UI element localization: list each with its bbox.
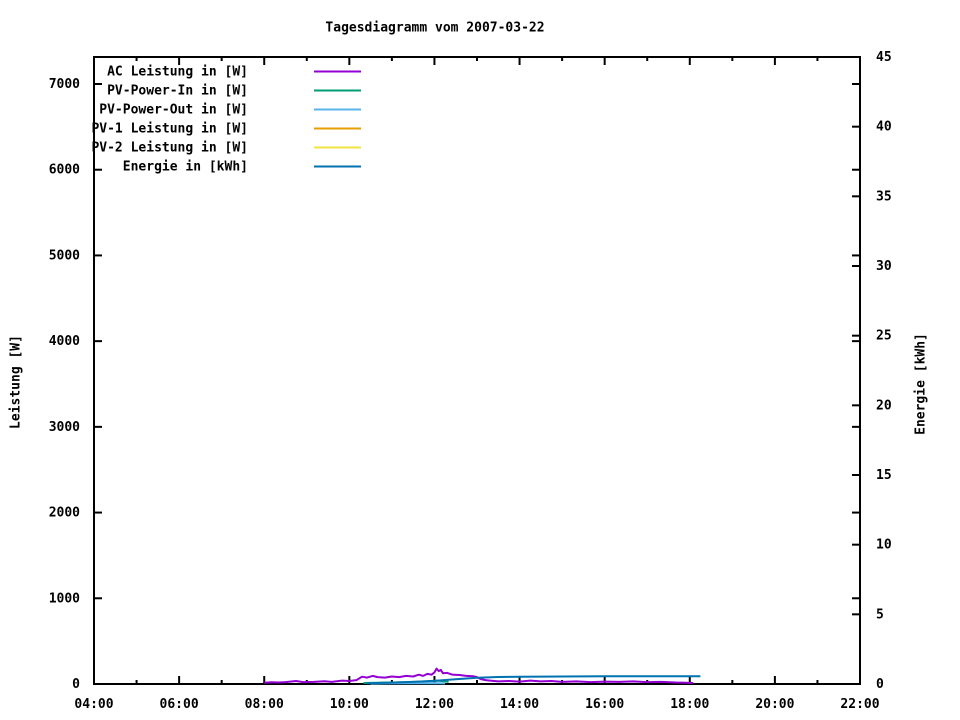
y-left-tick-label: 3000 bbox=[49, 420, 80, 435]
y-axis-left-label: Leistung [W] bbox=[8, 335, 24, 429]
chart-page: Tagesdiagramm vom 2007-03-22 Leistung [W… bbox=[0, 0, 960, 720]
y-right-tick-label: 40 bbox=[876, 120, 892, 135]
x-tick-label: 10:00 bbox=[330, 697, 369, 712]
y-right-tick-label: 20 bbox=[876, 398, 892, 413]
legend-label: Energie in [kWh] bbox=[123, 160, 248, 175]
x-tick-label: 08:00 bbox=[245, 697, 284, 712]
x-tick-label: 12:00 bbox=[415, 697, 454, 712]
y-left-tick-label: 6000 bbox=[49, 163, 80, 178]
y-axis-right-label: Energie [kWh] bbox=[913, 333, 929, 435]
chart-title: Tagesdiagramm vom 2007-03-22 bbox=[325, 20, 545, 36]
y-left-tick-label: 4000 bbox=[49, 334, 80, 349]
x-tick-label: 14:00 bbox=[500, 697, 539, 712]
y-left-tick-label: 7000 bbox=[49, 77, 80, 92]
y-right-tick-label: 45 bbox=[876, 50, 892, 65]
y-right-tick-label: 0 bbox=[876, 677, 884, 692]
x-tick-label: 06:00 bbox=[160, 697, 199, 712]
legend-label: PV-2 Leistung in [W] bbox=[91, 141, 248, 156]
line-chart-canvas: 04:00 06:00 08:00 10:00 12:00 14:00 16:00 18:00… bbox=[49, 50, 892, 712]
y-left-tick-label: 0 bbox=[72, 677, 80, 692]
legend-label: PV-Power-In in [W] bbox=[107, 84, 248, 99]
legend-label: AC Leistung in [W] bbox=[107, 65, 248, 80]
x-tick-label: 18:00 bbox=[670, 697, 709, 712]
y-left-tick-label: 1000 bbox=[49, 591, 80, 606]
y-right-tick-label: 35 bbox=[876, 189, 892, 204]
y-right-tick-label: 10 bbox=[876, 538, 892, 553]
x-tick-label: 20:00 bbox=[755, 697, 794, 712]
x-tick-label: 16:00 bbox=[585, 697, 624, 712]
y-left-tick-label: 5000 bbox=[49, 248, 80, 263]
y-right-tick-label: 5 bbox=[876, 607, 884, 622]
x-tick-label: 22:00 bbox=[840, 697, 879, 712]
x-tick-label: 04:00 bbox=[74, 697, 113, 712]
y-left-tick-label: 2000 bbox=[49, 506, 80, 521]
y-right-tick-label: 15 bbox=[876, 468, 892, 483]
legend-label: PV-Power-Out in [W] bbox=[99, 103, 248, 118]
legend-label: PV-1 Leistung in [W] bbox=[91, 122, 248, 137]
y-right-tick-label: 30 bbox=[876, 259, 892, 274]
y-right-tick-label: 25 bbox=[876, 329, 892, 344]
